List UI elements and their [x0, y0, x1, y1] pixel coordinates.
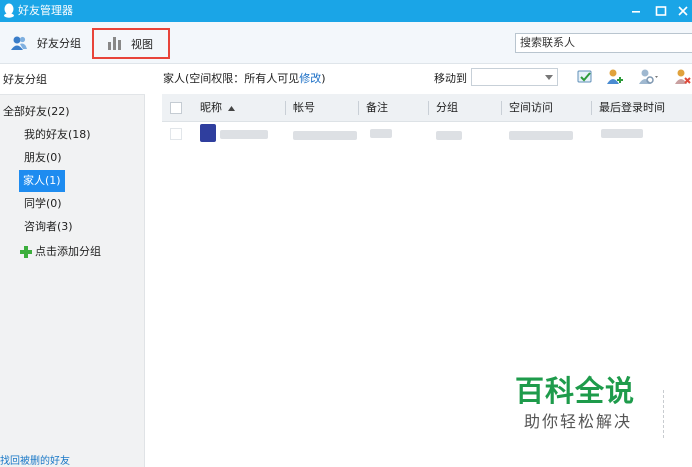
- sidebar-item-classmates[interactable]: 同学(0): [24, 193, 62, 215]
- recover-deleted-friends-link[interactable]: 找回被删的好友: [0, 455, 70, 467]
- sidebar-item-all-friends[interactable]: 全部好友(22): [3, 101, 70, 123]
- close-icon[interactable]: [674, 2, 692, 20]
- avatar: [200, 124, 216, 142]
- sidebar-item-family[interactable]: 家人(1): [19, 170, 65, 192]
- column-divider: [591, 101, 592, 115]
- friend-groups-label: 好友分组: [37, 37, 81, 50]
- move-to-label: 移动到: [434, 72, 467, 85]
- group-info: 家人(空间权限：所有人可见修改): [163, 71, 326, 87]
- chevron-down-icon: [545, 75, 553, 80]
- sidebar-header: 好友分组: [0, 64, 145, 95]
- move-to-select[interactable]: [471, 68, 558, 86]
- group-info-suffix: ): [321, 72, 326, 85]
- modify-permission-link[interactable]: 修改: [299, 72, 321, 85]
- watermark-subtitle: 助你轻松解决: [524, 412, 633, 431]
- add-group-button[interactable]: 点击添加分组: [20, 241, 101, 263]
- column-last-login[interactable]: 最后登录时间: [599, 94, 665, 122]
- view-label: 视图: [131, 37, 153, 51]
- window-title: 好友管理器: [18, 4, 73, 17]
- column-divider: [285, 101, 286, 115]
- watermark-title: 百科全说: [515, 374, 636, 408]
- plus-icon: [20, 246, 32, 258]
- blurred-nickname: [220, 130, 268, 139]
- sort-ascending-icon: [228, 106, 235, 111]
- table-row[interactable]: [162, 122, 692, 146]
- select-all-checkbox[interactable]: [170, 102, 182, 114]
- column-account[interactable]: 帐号: [293, 94, 315, 122]
- row-checkbox[interactable]: [170, 128, 182, 140]
- column-group[interactable]: 分组: [436, 94, 458, 122]
- table-header: 昵称 帐号 备注 分组 空间访问 最后登录时间: [162, 94, 692, 122]
- friends-icon: [11, 36, 27, 50]
- contact-settings-icon[interactable]: [637, 68, 661, 86]
- sidebar-item-consultants[interactable]: 咨询者(3): [24, 216, 73, 238]
- blurred-space-visits: [509, 131, 573, 140]
- column-remark[interactable]: 备注: [366, 94, 388, 122]
- view-button[interactable]: 视图: [92, 28, 170, 59]
- column-space-visits[interactable]: 空间访问: [509, 94, 553, 122]
- title-bar: 好友管理器: [0, 0, 692, 22]
- scrollbar[interactable]: [663, 390, 667, 438]
- add-group-label: 点击添加分组: [35, 245, 101, 258]
- search-input[interactable]: 搜索联系人: [515, 33, 692, 53]
- bar-chart-icon: [108, 37, 121, 50]
- blurred-remark: [370, 129, 392, 138]
- qq-penguin-icon: [4, 3, 14, 18]
- sidebar: 好友分组 全部好友(22) 我的好友(18) 朋友(0) 家人(1) 同学(0)…: [0, 64, 145, 467]
- maximize-icon[interactable]: [652, 2, 670, 20]
- column-nickname[interactable]: 昵称: [200, 94, 222, 122]
- minimize-icon[interactable]: [627, 2, 645, 20]
- column-divider: [358, 101, 359, 115]
- blurred-account: [293, 131, 357, 140]
- sidebar-item-friends[interactable]: 朋友(0): [24, 147, 62, 169]
- column-divider: [501, 101, 502, 115]
- group-info-text: 家人(空间权限：所有人可见: [163, 72, 300, 85]
- sidebar-item-my-friends[interactable]: 我的好友(18): [24, 124, 91, 146]
- remove-contact-icon[interactable]: [673, 68, 691, 86]
- column-divider: [428, 101, 429, 115]
- send-message-icon[interactable]: [576, 68, 594, 86]
- add-contact-icon[interactable]: [605, 68, 623, 86]
- blurred-last-login: [601, 129, 643, 138]
- friend-groups-button[interactable]: 好友分组: [10, 30, 81, 56]
- search-placeholder: 搜索联系人: [520, 36, 575, 49]
- blurred-group: [436, 131, 462, 140]
